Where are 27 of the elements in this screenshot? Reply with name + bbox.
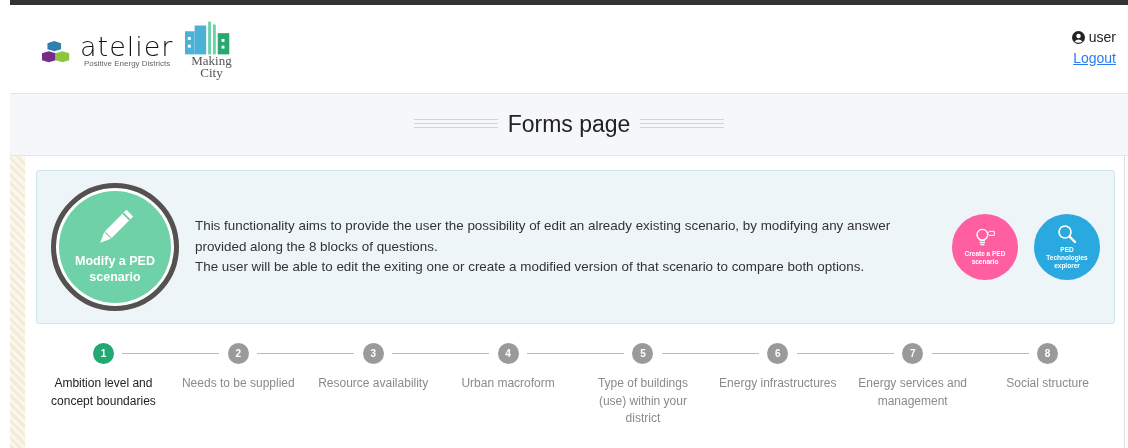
page-title: Forms page	[507, 111, 631, 138]
modify-scenario-button[interactable]: Modify a PED scenario	[51, 183, 179, 311]
description-text: This functionality aims to provide the user the possibility of edit an already existing scenario, by modifying any answer provided along the 8 blocks of questions. The user will be able to edit the exiting one or create a modified version of that scenario to compare both options.	[195, 217, 892, 277]
step-number[interactable]: 8	[1037, 342, 1059, 364]
logo-tagline: Positive Energy Districts	[83, 59, 172, 68]
step-number[interactable]: 3	[362, 342, 384, 364]
step-number[interactable]: 6	[767, 342, 789, 364]
step-label[interactable]: Social structure	[987, 375, 1108, 393]
user-icon	[1071, 30, 1085, 44]
step-number[interactable]: 5	[632, 342, 654, 364]
step-number[interactable]: 2	[227, 342, 249, 364]
step-label[interactable]: Resource availability	[313, 375, 434, 393]
step-number[interactable]: 7	[902, 342, 924, 364]
logo-wordmark: Making City	[191, 55, 232, 79]
step-label[interactable]: Urban macroform	[448, 375, 569, 393]
step-label[interactable]: Energy services and management	[852, 375, 973, 410]
step-label[interactable]: Ambition level and concept boundaries	[43, 375, 164, 410]
logout-link[interactable]: Logout	[1073, 50, 1116, 66]
search-icon	[1057, 224, 1077, 244]
step-number[interactable]: 1	[92, 342, 114, 364]
step-label[interactable]: Needs to be supplied	[178, 375, 299, 393]
user-name: user	[1088, 29, 1116, 45]
step-label[interactable]: Energy infrastructures	[717, 375, 838, 393]
step-label[interactable]: Type of buildings (use) within your district	[582, 375, 703, 428]
logo-wordmark: atelier	[80, 35, 174, 59]
step-number[interactable]: 4	[497, 342, 519, 364]
lightbulb-icon	[975, 228, 995, 248]
